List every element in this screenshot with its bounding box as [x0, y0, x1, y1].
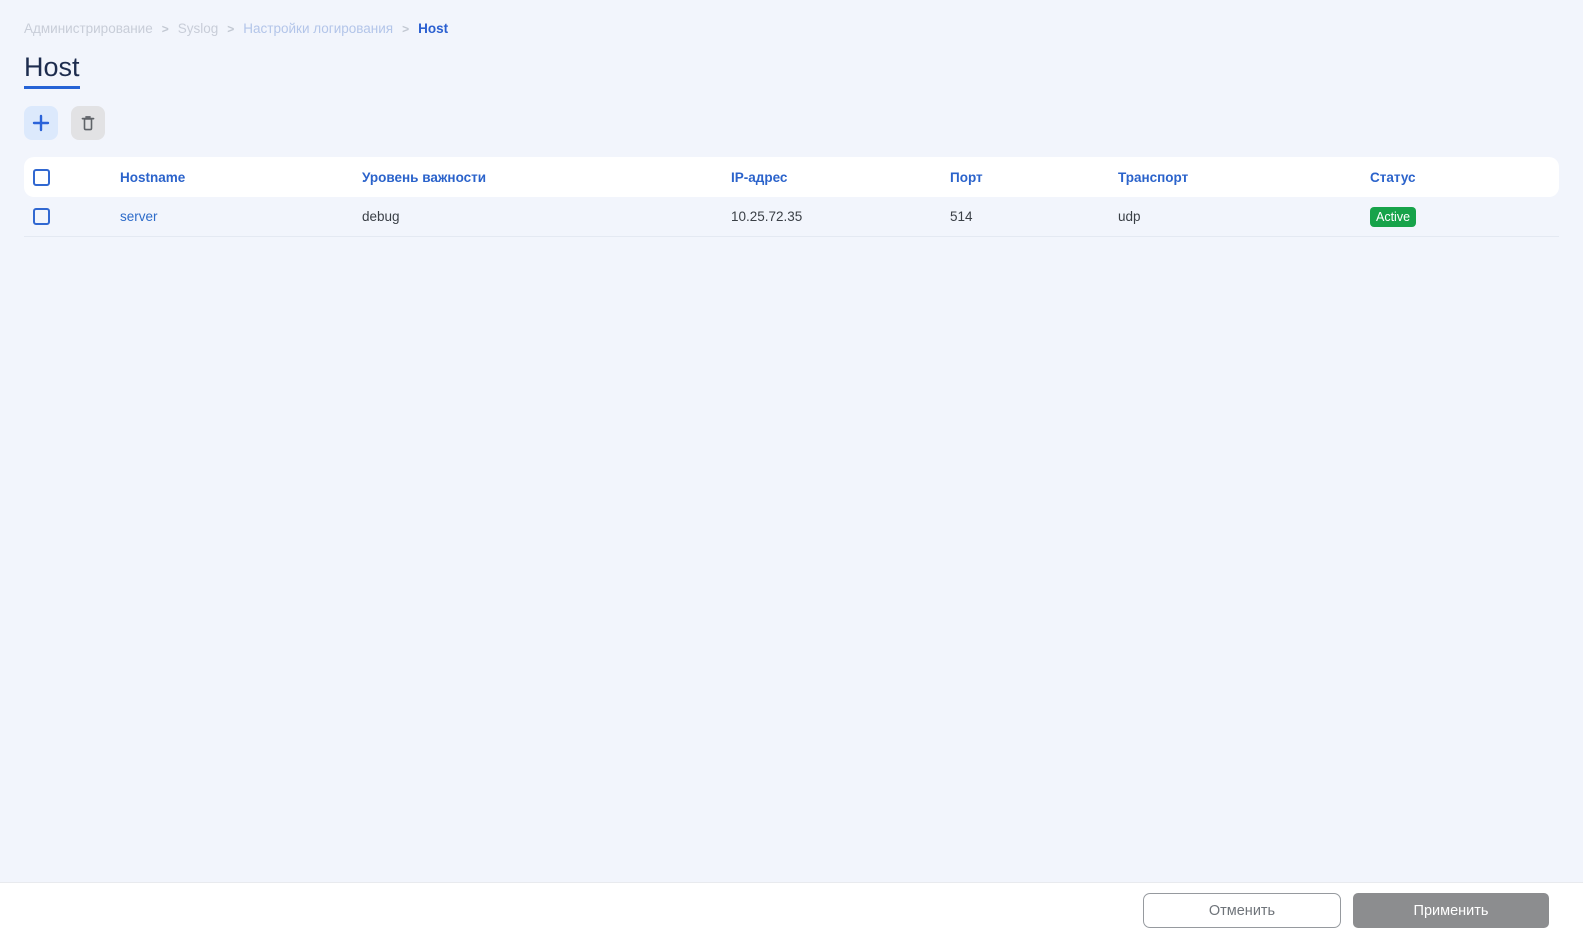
breadcrumb-item-host: Host [418, 21, 449, 36]
row-checkbox[interactable] [33, 208, 50, 226]
breadcrumb-item-syslog[interactable]: Syslog [178, 21, 219, 36]
column-header-ip-address[interactable]: IP-адрес [731, 170, 950, 185]
column-header-port[interactable]: Порт [950, 170, 1118, 185]
column-header-status[interactable]: Статус [1370, 170, 1559, 185]
breadcrumb-separator: > [402, 21, 410, 36]
page-title: Host [24, 51, 80, 90]
toolbar [24, 106, 1559, 141]
breadcrumb-item-logging-settings[interactable]: Настройки логирования [243, 21, 393, 36]
breadcrumb-separator: > [227, 21, 235, 36]
breadcrumb-item-administration[interactable]: Администрирование [24, 21, 153, 36]
breadcrumb-separator: > [161, 21, 169, 36]
select-all-checkbox[interactable] [33, 168, 50, 186]
ip-address-value: 10.25.72.35 [731, 209, 803, 225]
table-header-row: Hostname Уровень важности IP-адрес Порт … [24, 157, 1559, 198]
column-header-hostname[interactable]: Hostname [120, 170, 362, 185]
trash-icon [79, 114, 97, 133]
breadcrumb: Администрирование > Syslog > Настройки л… [24, 0, 1559, 36]
severity-value: debug [362, 209, 400, 225]
port-value: 514 [950, 209, 973, 225]
add-button[interactable] [24, 106, 58, 141]
hostname-link[interactable]: server [120, 209, 362, 224]
transport-value: udp [1118, 209, 1141, 225]
cancel-button[interactable]: Отменить [1143, 893, 1341, 928]
column-header-transport[interactable]: Транспорт [1118, 170, 1370, 185]
column-header-severity[interactable]: Уровень важности [362, 170, 731, 185]
table-row: server debug 10.25.72.35 514 udp Active [24, 197, 1559, 238]
hosts-table: Hostname Уровень важности IP-адрес Порт … [24, 157, 1559, 238]
main-content: Администрирование > Syslog > Настройки л… [0, 0, 1583, 238]
status-badge: Active [1370, 206, 1417, 228]
plus-icon [32, 114, 50, 132]
footer-action-bar: Отменить Применить [0, 882, 1583, 938]
apply-button[interactable]: Применить [1353, 893, 1549, 928]
delete-button[interactable] [71, 106, 105, 141]
